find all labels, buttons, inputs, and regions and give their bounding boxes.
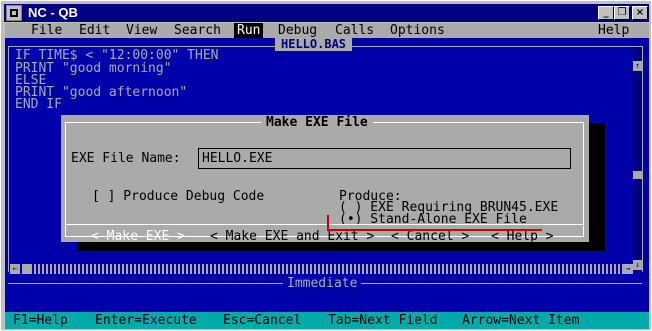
app-icon[interactable]: [6, 5, 22, 21]
menu-view[interactable]: View: [126, 23, 157, 38]
dialog-shadow: [589, 123, 605, 250]
red-annotation-mark: [327, 215, 329, 229]
window-title: NC - QB: [28, 5, 78, 20]
status-tab-hint: Tab=Next Field: [328, 313, 438, 328]
red-annotation-underline: [327, 229, 542, 231]
scroll-down-arrow-icon[interactable]: ↓: [633, 260, 642, 270]
scroll-right-arrow-icon[interactable]: →: [623, 264, 633, 274]
menu-calls[interactable]: Calls: [335, 23, 374, 38]
immediate-window-title[interactable]: Immediate: [283, 276, 362, 291]
vertical-scroll-thumb[interactable]: [633, 171, 642, 179]
status-bar: F1=Help Enter=Execute Esc=Cancel Tab=Nex…: [5, 312, 649, 329]
menu-help[interactable]: Help: [598, 23, 629, 38]
minimize-button[interactable]: _: [598, 6, 614, 20]
make-exe-and-exit-button[interactable]: < Make EXE and Exit >: [210, 229, 374, 244]
dialog-separator: [66, 224, 583, 225]
editor-border-right: [642, 46, 643, 272]
status-help-hint: F1=Help: [13, 313, 68, 328]
dos-screen: File Edit View Search Run Debug Calls Op…: [5, 23, 649, 329]
maximize-button[interactable]: ❐: [614, 6, 630, 20]
menu-run[interactable]: Run: [234, 23, 264, 38]
scroll-up-arrow-icon[interactable]: ↑: [633, 61, 642, 71]
qbasic-window: NC - QB _ ❐ × File Edit View Search Run …: [0, 0, 652, 331]
menu-debug[interactable]: Debug: [278, 23, 317, 38]
close-button[interactable]: ×: [632, 6, 648, 20]
code-line[interactable]: END IF: [15, 97, 62, 112]
make-exe-button[interactable]: < Make EXE >: [91, 229, 185, 244]
editor-border-left: [8, 46, 9, 272]
menu-edit[interactable]: Edit: [79, 23, 110, 38]
status-cancel-hint: Esc=Cancel: [223, 313, 302, 328]
status-execute-hint: Enter=Execute: [95, 313, 197, 328]
window-titlebar[interactable]: NC - QB _ ❐ ×: [4, 4, 649, 22]
menu-search[interactable]: Search: [174, 23, 221, 38]
debug-code-checkbox[interactable]: [ ] Produce Debug Code: [92, 189, 264, 204]
menu-file[interactable]: File: [31, 23, 62, 38]
exe-file-name-label: EXE File Name:: [71, 151, 181, 166]
editor-filename: HELLO.BAS: [275, 38, 353, 51]
horizontal-scrollbar[interactable]: ← →: [10, 264, 633, 274]
help-button[interactable]: < Help >: [491, 229, 554, 244]
cancel-button[interactable]: < Cancel >: [391, 229, 469, 244]
menu-options[interactable]: Options: [390, 23, 445, 38]
vertical-scrollbar[interactable]: ↑ ↓: [633, 47, 642, 272]
status-arrow-hint: Arrow=Next Item: [462, 313, 580, 328]
dialog-title: Make EXE File: [261, 115, 373, 130]
exe-file-name-input[interactable]: HELLO.EXE: [198, 148, 571, 169]
horizontal-scroll-thumb[interactable]: [22, 264, 32, 274]
menu-bar: File Edit View Search Run Debug Calls Op…: [5, 23, 649, 38]
make-exe-dialog: Make EXE File EXE File Name: HELLO.EXE […: [61, 115, 589, 244]
scroll-left-arrow-icon[interactable]: ←: [10, 264, 20, 274]
